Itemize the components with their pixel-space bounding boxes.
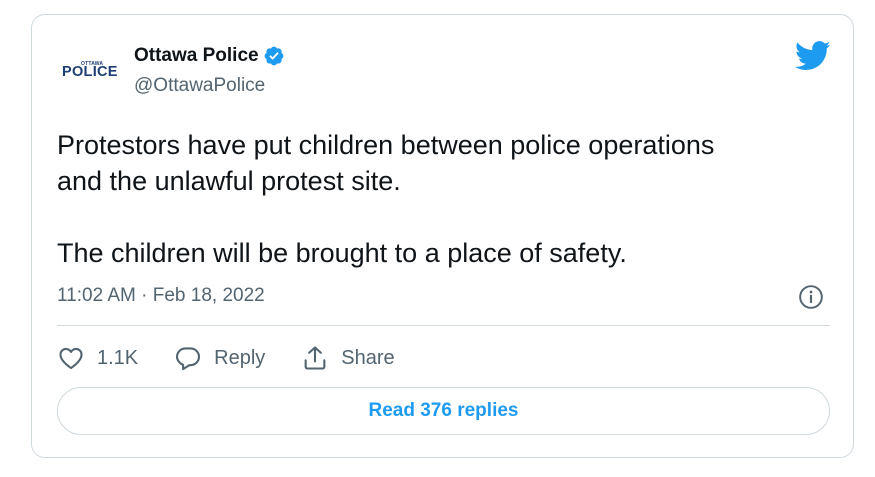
heart-icon [59,347,83,370]
tweet-card: OTTAWA POLICE Ottawa Police @OttawaPolic… [31,14,854,458]
reply-label: Reply [214,346,266,369]
author-name-row: Ottawa Police [134,45,285,67]
share-label: Share [341,346,395,369]
avatar-logo-text: POLICE [62,64,118,80]
verified-badge-icon [264,46,284,66]
tweet-text: Protestors have put children between pol… [57,130,715,268]
twitter-bird-icon[interactable] [795,41,831,71]
tweet-timestamp[interactable]: 11:02 AM · Feb 18, 2022 [57,285,265,307]
author-handle[interactable]: @OttawaPolice [134,75,265,97]
like-button[interactable]: 1.1K [57,344,138,372]
avatar[interactable]: OTTAWA POLICE [62,61,126,85]
read-replies-button[interactable]: Read 376 replies [57,387,830,435]
author-name[interactable]: Ottawa Police [134,45,259,67]
like-count: 1.1K [97,346,139,369]
divider [57,325,830,326]
reply-bubble-icon [176,347,201,371]
info-icon[interactable] [798,284,824,310]
share-icon [304,346,326,370]
share-button[interactable]: Share [301,344,395,372]
reply-button[interactable]: Reply [174,344,265,372]
action-bar: 1.1K Reply Share [57,340,431,376]
